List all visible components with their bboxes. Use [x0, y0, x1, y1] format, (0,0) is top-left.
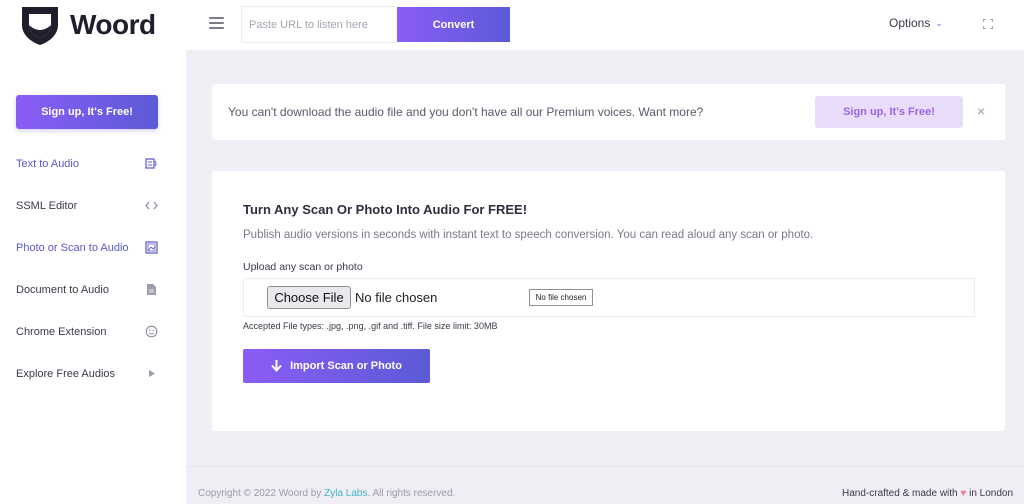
- brand-name: Woord: [70, 9, 156, 40]
- import-scan-button[interactable]: Import Scan or Photo: [243, 349, 430, 383]
- upload-label: Upload any scan or photo: [243, 261, 363, 273]
- smiley-icon: [145, 325, 158, 338]
- page-title: Turn Any Scan Or Photo Into Audio For FR…: [243, 202, 528, 217]
- options-label: Options: [889, 16, 931, 30]
- choose-file-button[interactable]: Choose File: [267, 286, 351, 309]
- banner-signup-button[interactable]: Sign up, It's Free!: [815, 96, 963, 128]
- chevron-down-icon: ⌄: [935, 17, 943, 28]
- sidebar-item-label: Document to Audio: [16, 284, 109, 296]
- sidebar-item-photo-or-scan[interactable]: Photo or Scan to Audio: [0, 227, 186, 269]
- sidebar-item-label: Text to Audio: [16, 158, 79, 170]
- logo[interactable]: Woord: [18, 3, 156, 47]
- sidebar-item-label: Chrome Extension: [16, 326, 107, 338]
- options-dropdown[interactable]: Options ⌄: [889, 16, 943, 30]
- sidebar-item-document-to-audio[interactable]: Document to Audio: [0, 269, 186, 311]
- close-icon[interactable]: ×: [977, 103, 985, 119]
- sidebar-item-text-to-audio[interactable]: Text to Audio: [0, 143, 186, 185]
- hamburger-menu-icon[interactable]: [209, 17, 224, 30]
- document-icon: [147, 284, 156, 295]
- import-label: Import Scan or Photo: [290, 360, 402, 372]
- footer-divider: [186, 466, 1024, 467]
- sidebar-item-explore-free-audios[interactable]: Explore Free Audios: [0, 353, 186, 395]
- text-to-audio-icon: [145, 158, 157, 169]
- sidebar-item-label: Explore Free Audios: [16, 368, 116, 380]
- accepted-file-types: Accepted File types: .jpg, .png, .gif an…: [243, 321, 498, 331]
- banner-text: You can't download the audio file and yo…: [228, 105, 704, 119]
- convert-button[interactable]: Convert: [397, 7, 510, 42]
- sidebar-item-label: SSML Editor: [16, 200, 78, 212]
- url-input[interactable]: [241, 6, 397, 43]
- play-icon: [149, 370, 155, 377]
- page-subtitle: Publish audio versions in seconds with i…: [243, 229, 814, 241]
- download-arrow-icon: [271, 360, 282, 372]
- no-file-chosen-text: No file chosen: [355, 290, 438, 305]
- made-prefix: Hand-crafted & made with: [842, 488, 961, 499]
- sidebar-item-ssml-editor[interactable]: SSML Editor: [0, 185, 186, 227]
- copyright-prefix: Copyright © 2022 Woord by: [198, 488, 325, 499]
- topbar: Convert Options ⌄: [186, 0, 1024, 50]
- fullscreen-icon[interactable]: [983, 19, 993, 29]
- copyright-suffix: . All rights reserved.: [367, 488, 456, 499]
- image-icon: [145, 241, 158, 254]
- photo-to-audio-card: Turn Any Scan Or Photo Into Audio For FR…: [212, 171, 1005, 431]
- premium-banner: You can't download the audio file and yo…: [212, 84, 1005, 140]
- company-link[interactable]: Zyla Labs: [324, 488, 367, 499]
- made-suffix: in London: [966, 488, 1014, 499]
- code-icon: [145, 201, 158, 210]
- no-file-chosen-box[interactable]: No file chosen: [529, 289, 593, 306]
- sidebar-item-label: Photo or Scan to Audio: [16, 242, 129, 254]
- file-upload-field: Choose File No file chosen No file chose…: [243, 278, 975, 317]
- sidebar-signup-button[interactable]: Sign up, It's Free!: [16, 95, 158, 129]
- footer-copyright: Copyright © 2022 Woord by Zyla Labs. All…: [198, 488, 455, 499]
- sidebar-item-chrome-extension[interactable]: Chrome Extension: [0, 311, 186, 353]
- footer-made-with: Hand-crafted & made with ♥ in London: [842, 488, 1013, 499]
- sidebar: Woord Sign up, It's Free! Text to Audio …: [0, 0, 186, 504]
- sidebar-nav: Text to Audio SSML Editor Photo or Scan …: [0, 143, 186, 395]
- shield-logo-icon: [22, 7, 58, 45]
